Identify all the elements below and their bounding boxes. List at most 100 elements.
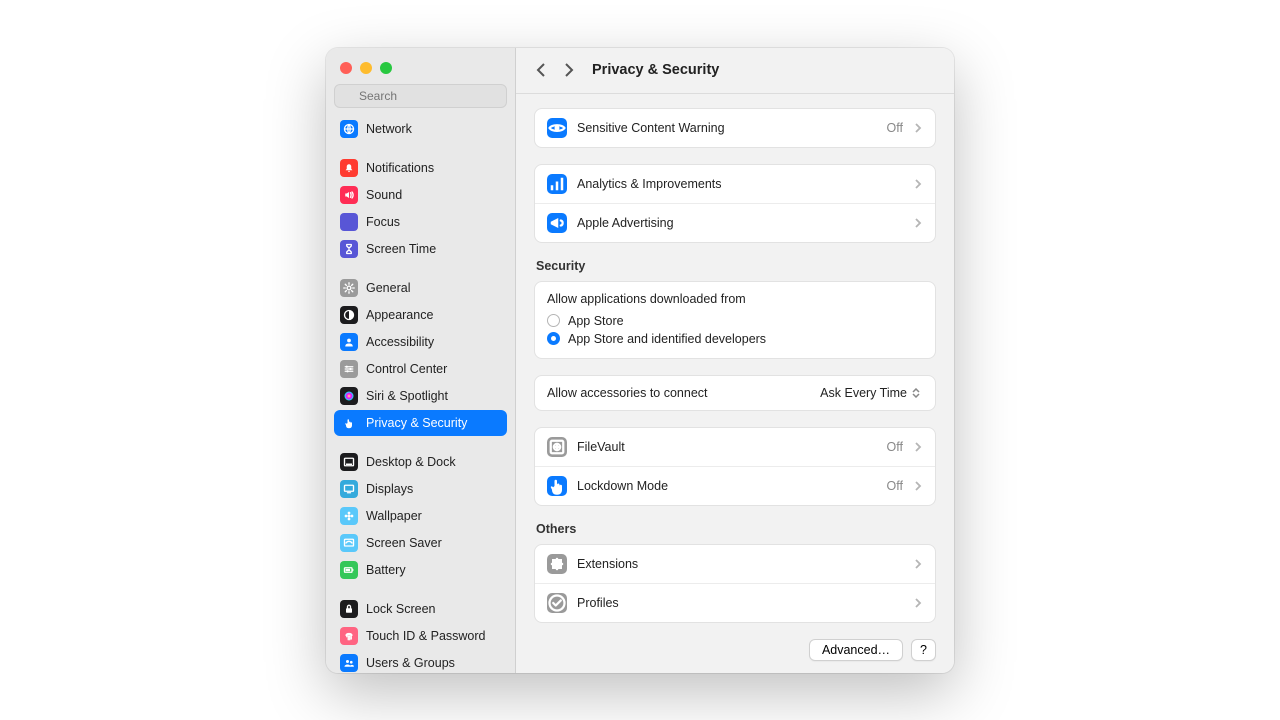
row-label: Lockdown Mode [577,479,877,493]
row-label: Profiles [577,596,903,610]
hand-icon [340,414,358,432]
sidebar-item-network[interactable]: Network [334,116,507,142]
flower-icon [340,507,358,525]
sidebar-item-label: Screen Saver [366,536,442,550]
chevron-right-icon [913,559,923,569]
group-analytics: Analytics & Improvements Apple Advertisin… [534,164,936,243]
hourglass-icon [340,240,358,258]
sidebar-item-siri-spotlight[interactable]: Siri & Spotlight [334,383,507,409]
radio-icon [547,332,560,345]
forward-button[interactable] [560,62,576,78]
sidebar-item-label: General [366,281,410,295]
display-icon [340,480,358,498]
row-sensitive-content-warning[interactable]: Sensitive Content WarningOff [535,109,935,147]
toolbar: Privacy & Security [516,48,954,94]
sidebar-item-desktop-dock[interactable]: Desktop & Dock [334,449,507,475]
close-window[interactable] [340,62,352,74]
chevron-right-icon [913,179,923,189]
sidebar-item-label: Control Center [366,362,447,376]
row-apple-advertising[interactable]: Apple Advertising [535,204,935,242]
sidebar: Network Notifications Sound Focus Screen Tim… [326,48,516,673]
row-profiles[interactable]: Profiles [535,584,935,622]
popup-caret-icon [911,386,921,400]
gear-icon [340,279,358,297]
row-lockdown-mode[interactable]: Lockdown Mode Off [535,467,935,505]
row-filevault[interactable]: FileVaultOff [535,428,935,467]
users-icon [340,654,358,672]
battery-icon [340,561,358,579]
sidebar-item-label: Lock Screen [366,602,435,616]
sidebar-item-general[interactable]: General [334,275,507,301]
radio-app-store[interactable]: App Store [547,312,923,330]
sidebar-item-focus[interactable]: Focus [334,209,507,235]
hand-icon [547,476,567,496]
row-extensions[interactable]: Extensions [535,545,935,584]
contrast-icon [340,306,358,324]
fingerprint-icon [340,627,358,645]
radio-label: App Store [568,314,624,328]
sidebar-item-touch-id-password[interactable]: Touch ID & Password [334,623,507,649]
advanced-button[interactable]: Advanced… [809,639,903,661]
sidebar-item-privacy-security[interactable]: Privacy & Security [334,410,507,436]
sidebar-item-label: Touch ID & Password [366,629,486,643]
screensaver-icon [340,534,358,552]
popup-value: Ask Every Time [820,386,907,400]
radio-icon [547,314,560,327]
chevron-right-icon [913,442,923,452]
chevron-right-icon [913,481,923,491]
sidebar-item-notifications[interactable]: Notifications [334,155,507,181]
eye-icon [547,118,567,138]
group-others: Extensions Profiles [534,544,936,623]
row-value: Off [887,121,903,135]
sidebar-item-label: Privacy & Security [366,416,467,430]
sidebar-list: Network Notifications Sound Focus Screen Tim… [326,116,515,673]
chevron-right-icon [913,123,923,133]
back-button[interactable] [534,62,550,78]
row-label: Extensions [577,557,903,571]
sidebar-item-accessibility[interactable]: Accessibility [334,329,507,355]
sidebar-item-users-groups[interactable]: Users & Groups [334,650,507,673]
sidebar-item-screen-time[interactable]: Screen Time [334,236,507,262]
sidebar-item-control-center[interactable]: Control Center [334,356,507,382]
sidebar-item-label: Network [366,122,412,136]
sidebar-item-label: Siri & Spotlight [366,389,448,403]
row-label: Apple Advertising [577,216,903,230]
sidebar-item-label: Battery [366,563,406,577]
sidebar-item-label: Focus [366,215,400,229]
sidebar-item-label: Notifications [366,161,434,175]
minimize-window[interactable] [360,62,372,74]
sliders-icon [340,360,358,378]
row-label: Analytics & Improvements [577,177,903,191]
security-header: Security [536,259,934,273]
sidebar-item-label: Sound [366,188,402,202]
checkbadge-icon [547,593,567,613]
group-accessories: Allow accessories to connect Ask Every T… [534,375,936,411]
siri-icon [340,387,358,405]
help-button[interactable]: ? [911,639,936,661]
sidebar-item-displays[interactable]: Displays [334,476,507,502]
chart-icon [547,174,567,194]
sidebar-item-label: Screen Time [366,242,436,256]
sidebar-item-lock-screen[interactable]: Lock Screen [334,596,507,622]
accessories-popup[interactable]: Ask Every Time [814,385,923,401]
chevron-right-icon [913,598,923,608]
page-title: Privacy & Security [592,62,719,78]
megaphone-icon [547,213,567,233]
group-download-source: Allow applications downloaded from App S… [534,281,936,359]
sidebar-item-appearance[interactable]: Appearance [334,302,507,328]
sidebar-item-sound[interactable]: Sound [334,182,507,208]
row-analytics-improvements[interactable]: Analytics & Improvements [535,165,935,204]
speaker-icon [340,186,358,204]
sidebar-item-wallpaper[interactable]: Wallpaper [334,503,507,529]
radio-label: App Store and identified developers [568,332,766,346]
moon-icon [340,213,358,231]
radio-identified-developers[interactable]: App Store and identified developers [547,330,923,348]
sidebar-item-battery[interactable]: Battery [334,557,507,583]
zoom-window[interactable] [380,62,392,74]
vault-icon [547,437,567,457]
search-input[interactable] [334,84,507,108]
row-value: Off [887,479,903,493]
sidebar-item-screen-saver[interactable]: Screen Saver [334,530,507,556]
download-title: Allow applications downloaded from [547,292,923,306]
person-icon [340,333,358,351]
